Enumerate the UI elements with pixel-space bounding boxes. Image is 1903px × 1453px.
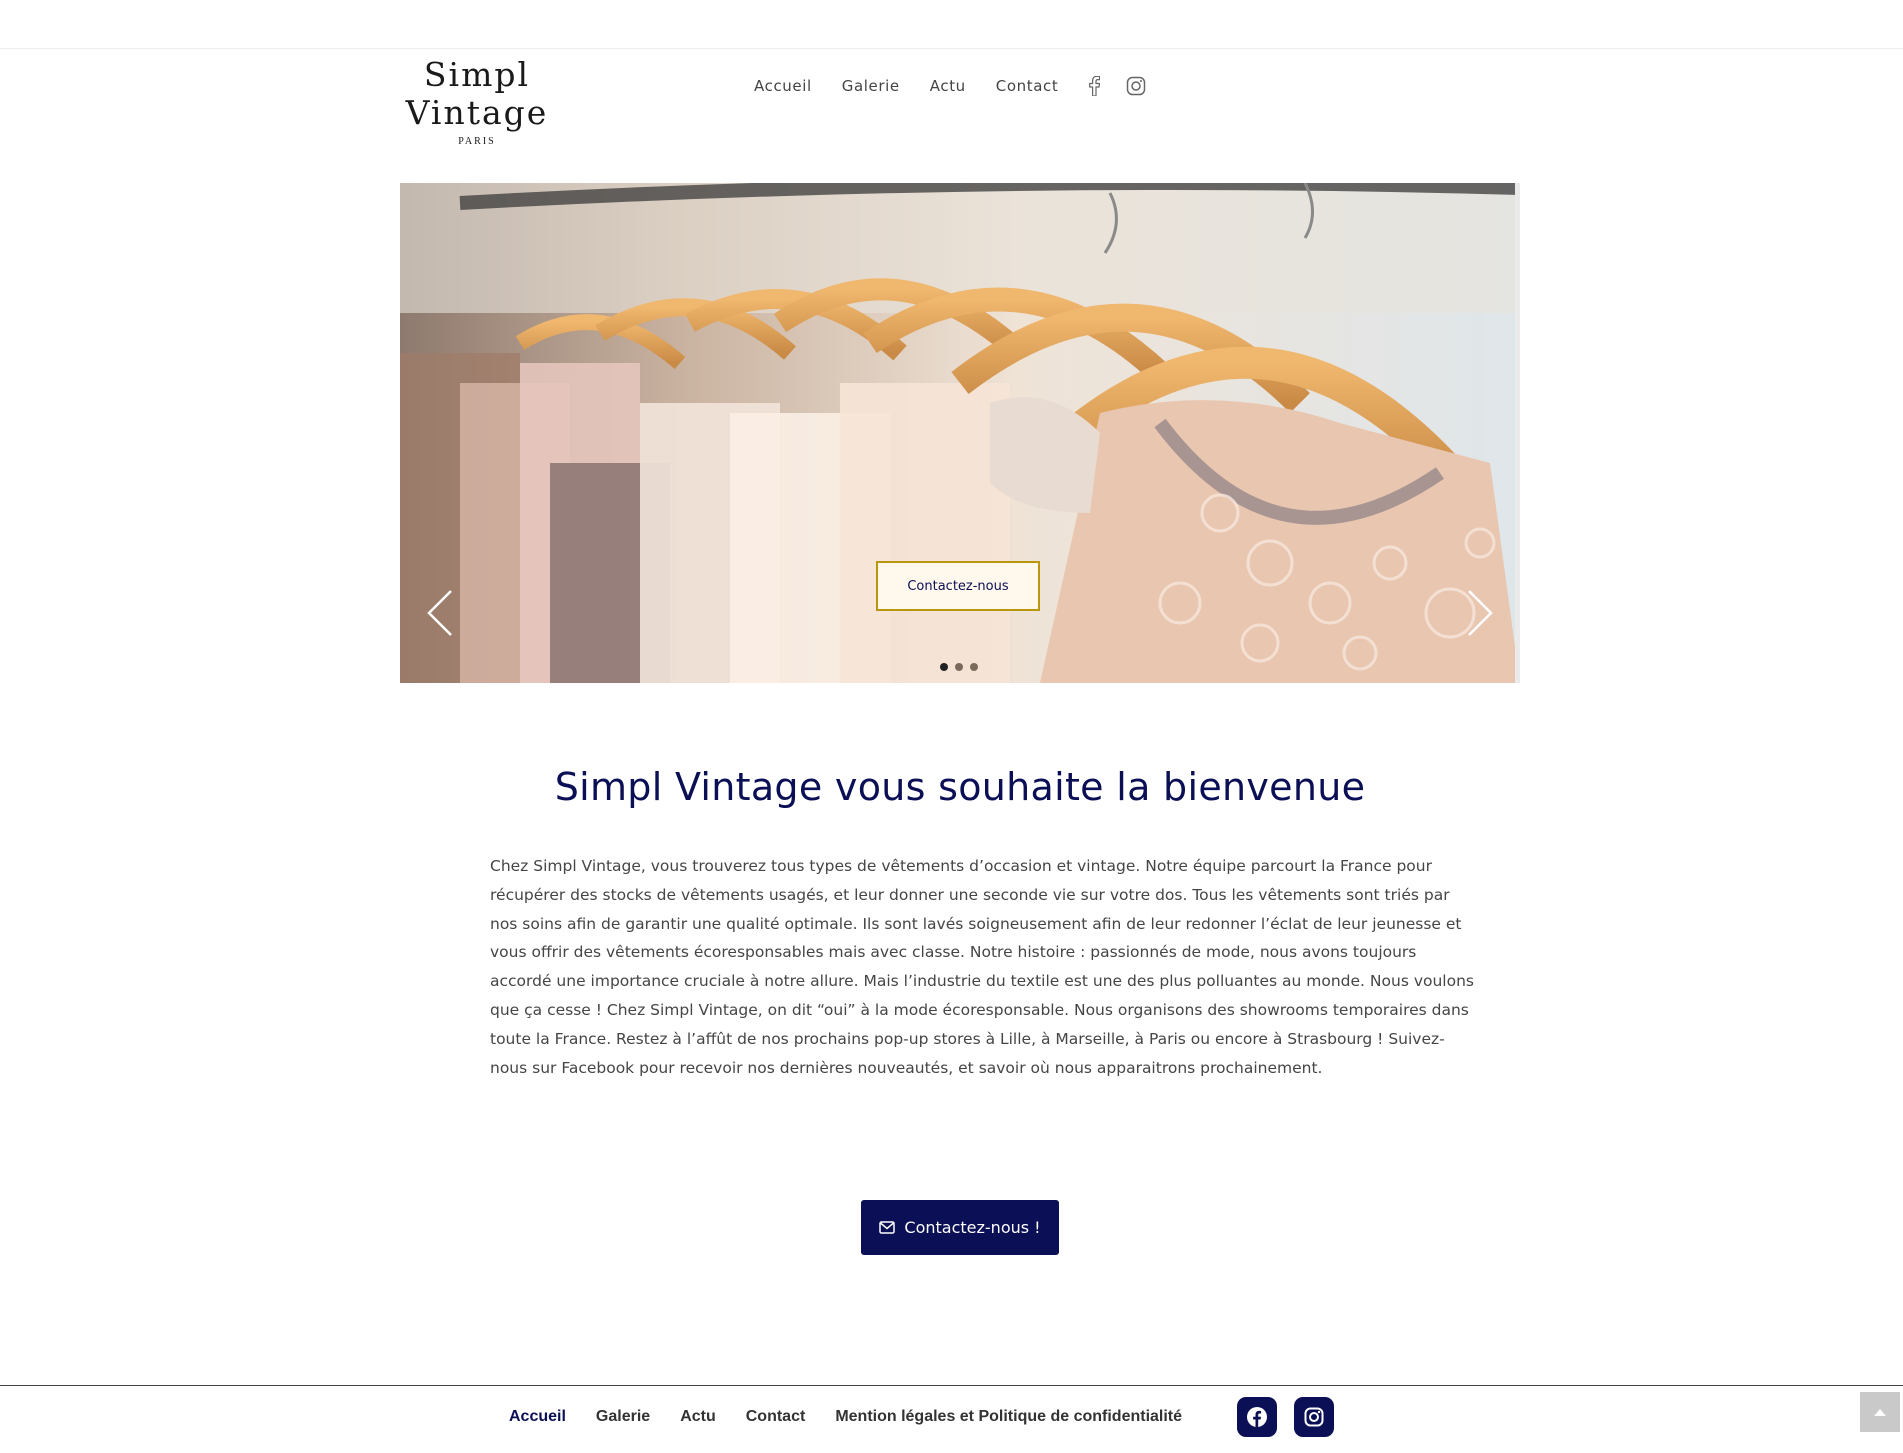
main-nav: Accueil Galerie Actu Contact <box>754 76 1172 96</box>
footer-divider <box>0 1385 1903 1386</box>
contact-button[interactable]: Contactez-nous ! <box>861 1200 1059 1255</box>
slider-contact-button[interactable]: Contactez-nous <box>876 561 1040 611</box>
footer-item-accueil[interactable]: Accueil <box>509 1408 566 1426</box>
slider-pagination <box>940 663 978 671</box>
slider-dot-3[interactable] <box>970 663 978 671</box>
welcome-title: Simpl Vintage vous souhaite la bienvenue <box>554 765 1366 809</box>
footer-instagram-button[interactable] <box>1294 1397 1334 1437</box>
logo-subtitle: PARIS <box>458 136 496 147</box>
contact-button-label: Contactez-nous ! <box>904 1218 1041 1237</box>
nav-item-accueil[interactable]: Accueil <box>754 77 812 95</box>
facebook-icon <box>1247 1407 1267 1427</box>
slider-dot-1[interactable] <box>940 663 948 671</box>
slider-prev-arrow[interactable] <box>425 588 455 638</box>
nav-item-galerie[interactable]: Galerie <box>842 77 900 95</box>
facebook-icon[interactable] <box>1088 76 1101 96</box>
footer-facebook-button[interactable] <box>1237 1397 1277 1437</box>
welcome-paragraph: Chez Simpl Vintage, vous trouverez tous … <box>490 857 1474 1077</box>
envelope-icon <box>879 1221 896 1234</box>
footer-item-galerie[interactable]: Galerie <box>596 1408 650 1426</box>
footer-item-legal[interactable]: Mention légales et Politique de confiden… <box>835 1408 1182 1426</box>
slider-dot-2[interactable] <box>955 663 963 671</box>
footer-item-actu[interactable]: Actu <box>680 1408 716 1426</box>
footer-item-contact[interactable]: Contact <box>746 1408 806 1426</box>
nav-item-actu[interactable]: Actu <box>930 77 966 95</box>
scroll-to-top-button[interactable] <box>1860 1392 1900 1432</box>
slider-next-arrow[interactable] <box>1465 588 1495 638</box>
top-bar <box>0 0 1903 49</box>
instagram-icon[interactable] <box>1126 76 1146 96</box>
caret-up-icon <box>1874 1409 1886 1416</box>
logo-wordmark: Simpl Vintage <box>405 55 549 132</box>
instagram-icon <box>1304 1407 1324 1427</box>
nav-item-contact[interactable]: Contact <box>996 77 1059 95</box>
site-logo[interactable]: Simpl Vintage PARIS <box>357 55 597 148</box>
footer-nav: Accueil Galerie Actu Contact Mention lég… <box>509 1408 1212 1426</box>
